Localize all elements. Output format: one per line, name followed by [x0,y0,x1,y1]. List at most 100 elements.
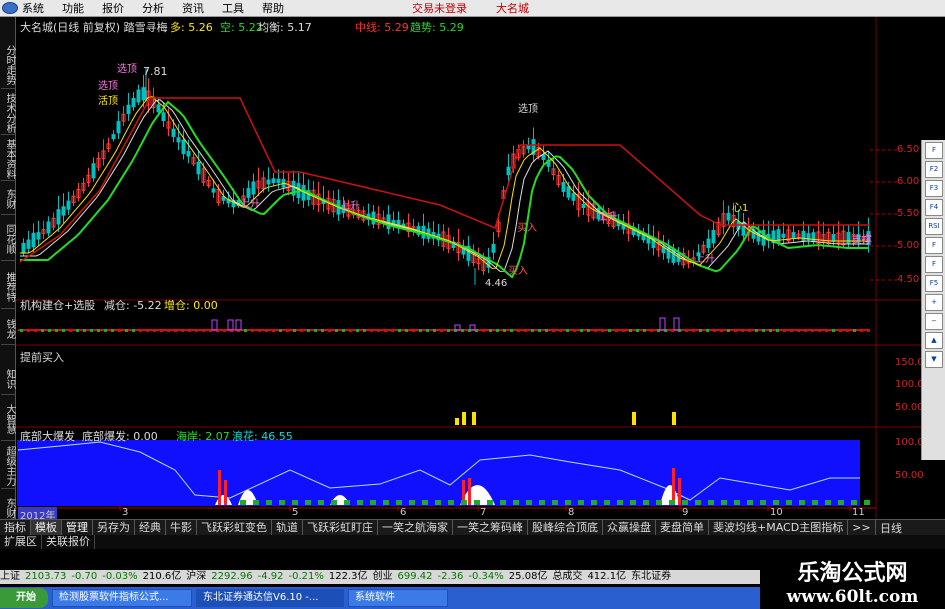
toolbar-f4-button[interactable]: F4 [925,199,943,216]
sidebar-item-recommend[interactable]: 推荐特 [1,265,15,309]
toolbar-f-button[interactable]: F [925,237,943,254]
tab-more[interactable]: >> [848,520,876,535]
sidebar-item-knowledge[interactable]: 知识 [1,363,15,395]
panel4-green-bar [292,500,298,505]
sidebar-item-tonghuashun[interactable]: 同花顺 [1,217,15,261]
plus-icon[interactable]: + [925,294,943,311]
left-sidebar: 分时走势 技术分析 基本资料 东财 同花顺 推荐特 钱龙 知识 大智慧 超级主力… [0,17,16,538]
sidebar-item-qianlong[interactable]: 钱龙 [1,313,15,345]
candle-body [181,139,186,155]
tab-extension[interactable]: 扩展区 [0,535,42,549]
tab-classic[interactable]: 经典 [135,520,166,535]
candle-body [46,221,51,234]
panel2-bar [552,329,555,332]
sidebar-item-technical[interactable]: 技术分析 [1,91,15,135]
panel2-bar [34,329,37,332]
panel2-bar [125,329,128,332]
sidebar-item-dazhihui[interactable]: 大智慧 [1,397,15,441]
candle-body [141,87,146,101]
taskbar-window-1[interactable]: 检测股票软件指标公式... [52,589,192,607]
panel2-bar [545,329,548,332]
junheng-label: 均衡: 5.17 [258,21,312,34]
panel4-green-bar [617,500,623,505]
period-label[interactable]: 日线 [880,520,902,536]
panel2-bar [55,329,58,332]
panel2-bar [433,329,436,332]
down-arrow-icon[interactable]: ▼ [925,351,943,368]
buy-label: 买入 [508,266,528,277]
tab-top-bottom[interactable]: 股峰综合顶底 [528,520,603,535]
panel4-green-bar [812,500,818,505]
toolbar-f-button[interactable]: F [925,142,943,159]
tab-maipan[interactable]: 麦盘简单 [656,520,709,535]
ticker-value: 25.08亿 [508,571,548,582]
candle-body [91,163,96,179]
ticker-value: 699.42 [397,571,433,582]
tab-zhongying[interactable]: 众赢操盘 [603,520,656,535]
panel2-bar [48,329,51,332]
candle-body [506,166,511,176]
panel4-green-bar [344,500,350,505]
tab-template[interactable]: 模板 [31,520,62,535]
sidebar-item-super-main[interactable]: 超级主力 [1,443,15,489]
rise-label: 上升 [598,212,618,223]
panel2-bar [419,329,422,332]
x-month: 8 [568,507,575,518]
toolbar-f5-button[interactable]: F5 [925,275,943,292]
candle-body [131,98,136,108]
panel2-bar [356,329,359,332]
panel4-green-bar [253,500,259,505]
panel2-bar [853,329,856,332]
panel4-green-bar [370,500,376,505]
tab-fibonacci[interactable]: 斐波均线+MACD主图指标 [709,520,849,535]
start-button[interactable]: 开始 [0,588,48,608]
panel2-bar [342,329,345,332]
x-month: 10 [770,507,783,518]
ticker-sz-name: 沪深 [186,571,207,582]
panel2-bar [27,329,30,332]
panel2-bar [608,329,611,332]
panel2-bar [636,329,639,332]
xuanding-label: 选顶 [518,104,538,115]
minus-icon[interactable]: − [925,313,943,330]
candle-body [846,231,851,245]
panel2-bar [538,329,541,332]
taskbar-window-3[interactable]: 系统软件 [348,589,448,607]
panel2-bar [846,329,849,332]
tab-indicator[interactable]: 指标 [0,520,31,535]
sidebar-item-fundamentals[interactable]: 基本资料 [1,137,15,181]
tab-save-as[interactable]: 另存为 [93,520,135,535]
candle-body [111,134,116,140]
toolbar-rsi-button[interactable]: RSI [925,218,943,235]
panel2-bar [405,329,408,332]
toolbar-f3-button[interactable]: F3 [925,180,943,197]
panel2-bar [307,329,310,332]
taskbar-window-2[interactable]: 东北证券通达信V6.10 -... [196,589,344,607]
tab-rainbow-color[interactable]: 飞跃彩虹变色 [197,520,272,535]
up-arrow-icon[interactable]: ▲ [925,332,943,349]
sidebar-item-timeshare[interactable]: 分时走势 [1,41,15,89]
ticker-value: -0.34% [468,571,504,582]
toolbar-f-button[interactable]: F [925,256,943,273]
tab-track[interactable]: 轨道 [272,520,303,535]
candle-body [386,214,391,230]
tab-manage[interactable]: 管理 [62,520,93,535]
panel3-bar [672,412,676,425]
panel4-tick: 100.0 [895,437,924,448]
rise-label: 上升 [340,201,360,212]
panel2-bar [83,329,86,332]
sidebar-item-dongcai[interactable]: 东财 [1,183,15,215]
candle-body [21,242,26,254]
tab-rainbow-watch[interactable]: 飞跃彩虹盯庄 [303,520,378,535]
tab-niuying[interactable]: 牛影 [166,520,197,535]
tab-navigator[interactable]: 一笑之航海家 [378,520,453,535]
tab-chip-peak[interactable]: 一笑之筹码峰 [453,520,528,535]
panel2-bar [818,329,821,332]
candle-body [371,211,376,225]
panel2-bar [90,329,93,332]
tab-related-quote[interactable]: 关联报价 [42,535,95,549]
candle-body [251,181,256,195]
rise-label: 上升 [695,254,715,265]
panel2-bar [692,329,695,332]
toolbar-f2-button[interactable]: F2 [925,161,943,178]
